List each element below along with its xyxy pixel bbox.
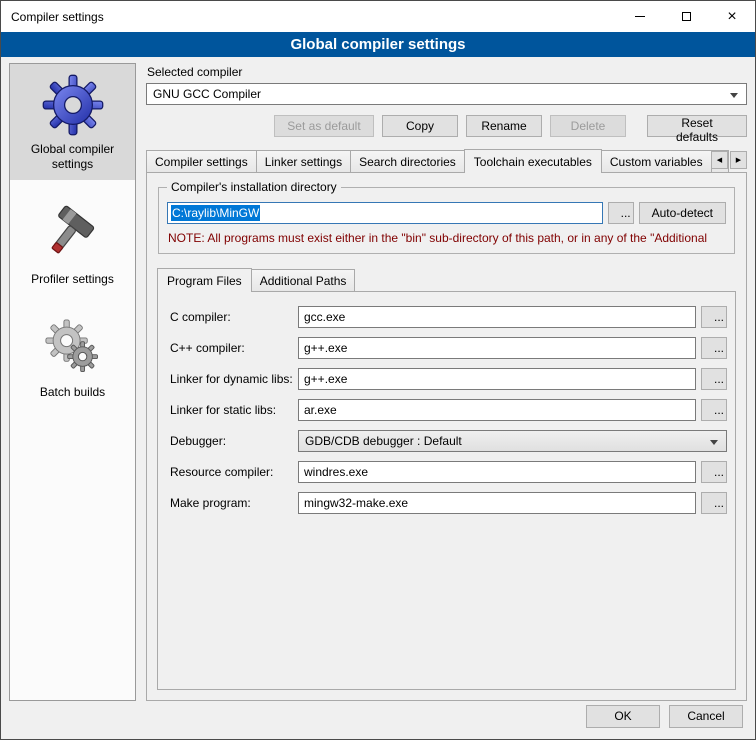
close-icon: × xyxy=(727,9,736,25)
form-row-c-compiler: C compiler: gcc.exe ... xyxy=(170,306,727,328)
tab-scroll-arrows: ◀ ▶ xyxy=(711,151,747,169)
toolchain-panel: Compiler's installation directory C:\ray… xyxy=(146,172,747,701)
profiler-hammer-icon xyxy=(44,204,102,266)
blue-gear-icon xyxy=(42,74,104,136)
tab-scroll-left-button[interactable]: ◀ xyxy=(711,151,728,169)
sidebar-item-label: Profiler settings xyxy=(31,272,114,287)
install-dir-group-title: Compiler's installation directory xyxy=(167,180,341,194)
form-row-static-linker: Linker for static libs: ar.exe ... xyxy=(170,399,727,421)
tab-linker-settings[interactable]: Linker settings xyxy=(256,150,351,172)
make-program-label: Make program: xyxy=(170,496,298,510)
cancel-button[interactable]: Cancel xyxy=(669,705,743,728)
debugger-select-value: GDB/CDB debugger : Default xyxy=(305,434,462,448)
install-dir-groupbox: Compiler's installation directory C:\ray… xyxy=(158,187,735,254)
chevron-down-icon xyxy=(710,440,718,445)
tab-scroll-right-button[interactable]: ▶ xyxy=(730,151,747,169)
install-dir-value: C:\raylib\MinGW xyxy=(171,205,260,221)
chevron-down-icon xyxy=(730,93,738,98)
dynamic-linker-label: Linker for dynamic libs: xyxy=(170,372,298,386)
tab-compiler-settings[interactable]: Compiler settings xyxy=(146,150,257,172)
maximize-button[interactable] xyxy=(663,1,709,32)
make-program-input[interactable]: mingw32-make.exe xyxy=(298,492,696,514)
dynamic-linker-input[interactable]: g++.exe xyxy=(298,368,696,390)
minimize-button[interactable] xyxy=(617,1,663,32)
static-linker-value: ar.exe xyxy=(304,403,337,417)
resource-compiler-browse-button[interactable]: ... xyxy=(701,461,727,483)
maximize-icon xyxy=(682,12,691,21)
dynamic-linker-value: g++.exe xyxy=(304,372,347,386)
form-row-debugger: Debugger: GDB/CDB debugger : Default xyxy=(170,430,727,452)
selected-compiler-label: Selected compiler xyxy=(147,65,747,79)
c-compiler-input[interactable]: gcc.exe xyxy=(298,306,696,328)
settings-tabstrip: Compiler settings Linker settings Search… xyxy=(146,149,747,172)
resource-compiler-value: windres.exe xyxy=(304,465,368,479)
auto-detect-button[interactable]: Auto-detect xyxy=(639,202,726,224)
cpp-compiler-browse-button[interactable]: ... xyxy=(701,337,727,359)
window-title: Compiler settings xyxy=(1,10,104,24)
debugger-select[interactable]: GDB/CDB debugger : Default xyxy=(298,430,727,452)
make-program-browse-button[interactable]: ... xyxy=(701,492,727,514)
subtab-additional-paths[interactable]: Additional Paths xyxy=(251,269,356,291)
form-row-resource-compiler: Resource compiler: windres.exe ... xyxy=(170,461,727,483)
install-dir-row: C:\raylib\MinGW ... Auto-detect xyxy=(167,202,726,224)
static-linker-input[interactable]: ar.exe xyxy=(298,399,696,421)
cpp-compiler-value: g++.exe xyxy=(304,341,347,355)
static-linker-label: Linker for static libs: xyxy=(170,403,298,417)
c-compiler-value: gcc.exe xyxy=(304,310,345,324)
sidebar-item-profiler-settings[interactable]: Profiler settings xyxy=(10,194,135,295)
close-button[interactable]: × xyxy=(709,1,755,32)
compiler-actions: Set as default Copy Rename Delete Reset … xyxy=(146,115,747,137)
resource-compiler-input[interactable]: windres.exe xyxy=(298,461,696,483)
cpp-compiler-input[interactable]: g++.exe xyxy=(298,337,696,359)
window-controls: × xyxy=(617,1,755,32)
c-compiler-label: C compiler: xyxy=(170,310,298,324)
static-linker-browse-button[interactable]: ... xyxy=(701,399,727,421)
form-row-make-program: Make program: mingw32-make.exe ... xyxy=(170,492,727,514)
settings-category-sidebar: Global compiler settings Profiler settin… xyxy=(9,63,136,701)
sidebar-item-label: Batch builds xyxy=(40,385,105,400)
cpp-compiler-label: C++ compiler: xyxy=(170,341,298,355)
gray-gears-icon xyxy=(43,319,103,379)
dynamic-linker-browse-button[interactable]: ... xyxy=(701,368,727,390)
tab-toolchain-executables[interactable]: Toolchain executables xyxy=(464,149,602,173)
form-row-cpp-compiler: C++ compiler: g++.exe ... xyxy=(170,337,727,359)
tab-custom-variables[interactable]: Custom variables xyxy=(601,150,712,172)
sidebar-item-global-compiler-settings[interactable]: Global compiler settings xyxy=(10,64,135,180)
compiler-settings-window: Compiler settings × Global compiler sett… xyxy=(0,0,756,740)
sidebar-item-label: Global compiler settings xyxy=(13,142,132,172)
reset-defaults-button[interactable]: Reset defaults xyxy=(647,115,747,137)
delete-button[interactable]: Delete xyxy=(550,115,626,137)
rename-button[interactable]: Rename xyxy=(466,115,542,137)
tab-search-directories[interactable]: Search directories xyxy=(350,150,465,172)
install-dir-browse-button[interactable]: ... xyxy=(608,202,634,224)
dialog-header: Global compiler settings xyxy=(1,32,755,57)
copy-button[interactable]: Copy xyxy=(382,115,458,137)
debugger-label: Debugger: xyxy=(170,434,298,448)
subtab-program-files[interactable]: Program Files xyxy=(157,268,252,292)
dialog-footer: OK Cancel xyxy=(1,701,755,739)
c-compiler-browse-button[interactable]: ... xyxy=(701,306,727,328)
spacer xyxy=(10,295,135,309)
dialog-body: Global compiler settings Profiler settin… xyxy=(1,57,755,701)
program-files-panel: C compiler: gcc.exe ... C++ compiler: g+… xyxy=(157,291,736,690)
bin-subdirectory-note: NOTE: All programs must exist either in … xyxy=(168,231,725,245)
form-row-dynamic-linker: Linker for dynamic libs: g++.exe ... xyxy=(170,368,727,390)
main-content: Selected compiler GNU GCC Compiler Set a… xyxy=(146,63,747,701)
ok-button[interactable]: OK xyxy=(586,705,660,728)
make-program-value: mingw32-make.exe xyxy=(304,496,408,510)
titlebar: Compiler settings × xyxy=(1,1,755,32)
spacer xyxy=(10,180,135,194)
minimize-icon xyxy=(635,16,645,17)
compiler-select-value: GNU GCC Compiler xyxy=(153,87,261,101)
sidebar-item-batch-builds[interactable]: Batch builds xyxy=(10,309,135,408)
programs-tabstrip: Program Files Additional Paths xyxy=(157,268,736,291)
compiler-select[interactable]: GNU GCC Compiler xyxy=(146,83,747,105)
set-as-default-button[interactable]: Set as default xyxy=(274,115,374,137)
resource-compiler-label: Resource compiler: xyxy=(170,465,298,479)
install-dir-input[interactable]: C:\raylib\MinGW xyxy=(167,202,603,224)
